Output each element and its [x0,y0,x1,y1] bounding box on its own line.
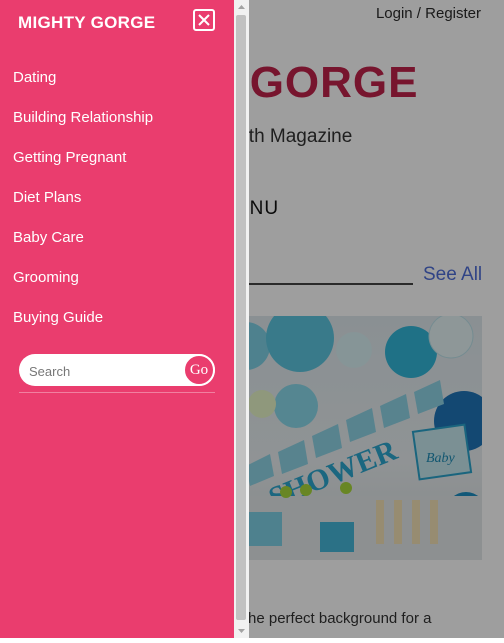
nav-item-dating[interactable]: Dating [0,57,234,97]
scroll-up-arrow-icon[interactable] [234,0,249,14]
nav-item-label: Dating [13,68,57,86]
nav-item-label: Baby Care [13,228,84,246]
scrollbar[interactable] [234,0,249,638]
go-button[interactable]: Go [183,354,215,386]
nav-item-label: Building Relationship [13,108,154,126]
nav-item-diet-plans[interactable]: Diet Plans [0,177,234,217]
dim-overlay[interactable] [234,0,504,638]
close-icon [198,14,210,26]
search-box: Go [19,354,215,388]
nav-item-building-relationship[interactable]: Building Relationship [0,97,234,137]
nav-item-label: Diet Plans [13,188,82,206]
side-drawer: MIGHTY GORGE Dating Building Relationshi… [0,0,234,638]
scroll-down-arrow-icon[interactable] [234,624,249,638]
nav-item-baby-care[interactable]: Baby Care [0,217,234,257]
drawer-divider [19,392,215,393]
drawer-brand[interactable]: MIGHTY GORGE [18,13,155,33]
nav-item-getting-pregnant[interactable]: Getting Pregnant [0,137,234,177]
nav-item-label: Grooming [13,268,79,286]
drawer-nav: Dating Building Relationship Getting Pre… [0,57,234,337]
nav-item-label: Getting Pregnant [13,148,127,166]
nav-item-label: Buying Guide [13,308,104,326]
nav-item-buying-guide[interactable]: Buying Guide [0,297,234,337]
scroll-thumb[interactable] [236,15,246,620]
search-input[interactable] [27,354,181,388]
nav-item-grooming[interactable]: Grooming [0,257,234,297]
close-button[interactable] [193,9,215,31]
